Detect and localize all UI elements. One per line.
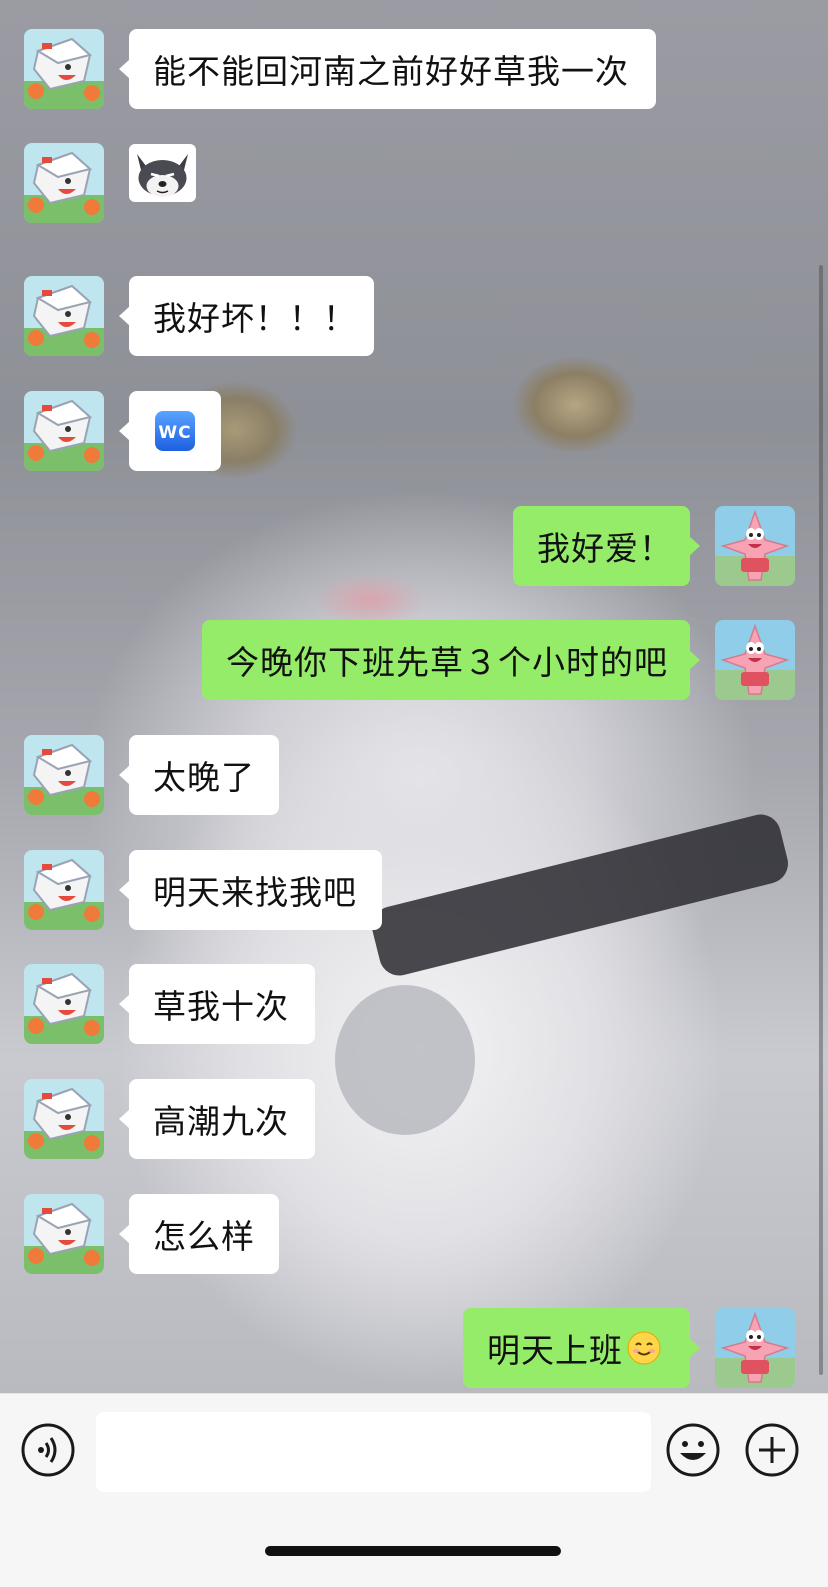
wallpaper-cat-tag — [335, 985, 475, 1135]
cartoon-box-character-avatar-icon — [24, 1194, 104, 1274]
chat-input-bar — [0, 1393, 828, 1587]
cartoon-box-character-avatar-icon — [24, 964, 104, 1044]
message-text: 我好爱！ — [537, 529, 673, 568]
message-text: 我好坏！！！ — [153, 299, 357, 338]
message-bubble-incoming[interactable]: 怎么样 — [119, 1194, 279, 1274]
patrick-star-avatar-icon — [715, 1308, 795, 1388]
message-bubble-outgoing[interactable]: 今晚你下班先草３个小时的吧 — [202, 620, 700, 700]
incoming-avatar[interactable] — [24, 29, 104, 109]
incoming-avatar[interactable] — [24, 276, 104, 356]
chat-wallpaper — [0, 0, 828, 1410]
message-bubble-incoming[interactable]: 高潮九次 — [119, 1079, 315, 1159]
message-text: 明天来找我吧 — [153, 873, 357, 912]
voice-button[interactable] — [21, 1423, 75, 1481]
incoming-avatar[interactable] — [24, 143, 104, 223]
cartoon-box-character-avatar-icon — [24, 1079, 104, 1159]
message-text: 今晚你下班先草３个小时的吧 — [226, 643, 668, 682]
plus-icon — [745, 1423, 799, 1477]
emoji-icon — [666, 1423, 720, 1477]
voice-icon — [21, 1423, 75, 1477]
message-input[interactable] — [96, 1412, 651, 1492]
message-bubble-incoming[interactable]: WC — [119, 391, 221, 471]
incoming-avatar[interactable] — [24, 735, 104, 815]
incoming-avatar[interactable] — [24, 1194, 104, 1274]
outgoing-avatar[interactable] — [715, 1308, 795, 1388]
message-bubble-incoming[interactable]: 能不能回河南之前好好草我一次 — [119, 29, 656, 109]
incoming-avatar[interactable] — [24, 391, 104, 471]
patrick-star-avatar-icon — [715, 506, 795, 586]
cartoon-box-character-avatar-icon — [24, 850, 104, 930]
incoming-avatar[interactable] — [24, 1079, 104, 1159]
cartoon-box-character-avatar-icon — [24, 143, 104, 223]
incoming-avatar[interactable] — [24, 850, 104, 930]
outgoing-avatar[interactable] — [715, 620, 795, 700]
husky-dog-face-sticker[interactable] — [129, 144, 196, 202]
message-text: 能不能回河南之前好好草我一次 — [153, 52, 629, 91]
patrick-star-avatar-icon — [715, 620, 795, 700]
cartoon-box-character-avatar-icon — [24, 391, 104, 471]
chat-scrollbar[interactable] — [819, 265, 823, 1375]
wc-emoji-icon: WC — [155, 411, 195, 451]
message-text: 高潮九次 — [153, 1102, 289, 1141]
incoming-avatar[interactable] — [24, 964, 104, 1044]
plus-button[interactable] — [745, 1423, 799, 1481]
wc-emoji-label: WC — [158, 423, 191, 443]
message-text: 明天上班 — [487, 1331, 623, 1370]
emoji-button[interactable] — [666, 1423, 720, 1481]
smiling-face-emoji-icon — [627, 1331, 661, 1365]
cartoon-box-character-avatar-icon — [24, 735, 104, 815]
message-bubble-outgoing[interactable]: 明天上班 — [463, 1308, 700, 1388]
message-bubble-outgoing[interactable]: 我好爱！ — [513, 506, 700, 586]
message-bubble-incoming[interactable]: 明天来找我吧 — [119, 850, 382, 930]
cartoon-box-character-avatar-icon — [24, 29, 104, 109]
husky-dog-icon — [129, 144, 196, 202]
message-bubble-incoming[interactable]: 我好坏！！！ — [119, 276, 374, 356]
home-indicator[interactable] — [265, 1546, 561, 1556]
cartoon-box-character-avatar-icon — [24, 276, 104, 356]
wallpaper-cat-collar — [367, 810, 793, 980]
message-bubble-incoming[interactable]: 太晚了 — [119, 735, 279, 815]
outgoing-avatar[interactable] — [715, 506, 795, 586]
message-bubble-incoming[interactable]: 草我十次 — [119, 964, 315, 1044]
message-text: 太晚了 — [153, 758, 255, 797]
message-text: 草我十次 — [153, 987, 289, 1026]
message-text: 怎么样 — [153, 1217, 255, 1256]
